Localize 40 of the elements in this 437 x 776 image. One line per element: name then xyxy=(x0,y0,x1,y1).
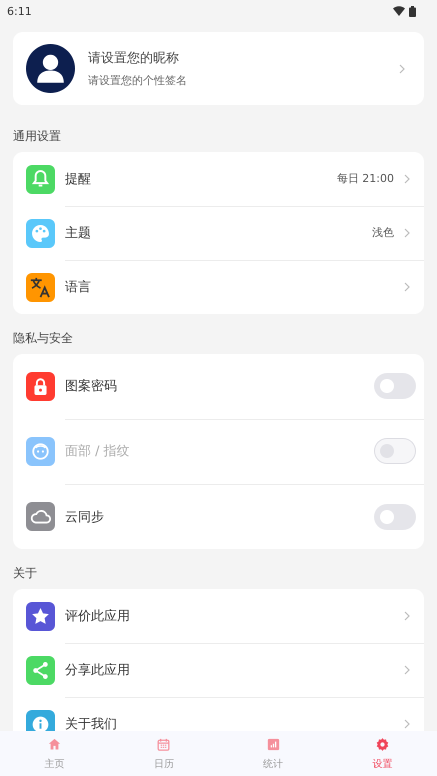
chevron-icon xyxy=(404,282,410,292)
chevron-icon xyxy=(404,719,410,729)
chevron-icon xyxy=(404,610,410,620)
toggle-row[interactable]: 图案密码 xyxy=(13,354,424,419)
status-time: 6:11 xyxy=(7,4,32,18)
row-label: 评价此应用 xyxy=(65,608,131,624)
chevron-icon xyxy=(404,228,410,238)
row-label: 关于我们 xyxy=(65,716,118,731)
section-title: 关于 xyxy=(13,565,38,582)
settings-row[interactable]: 评价此应用 xyxy=(13,589,424,643)
row-label: 语言 xyxy=(65,279,92,296)
profile-card[interactable]: 请设置您的昵称 请设置您的个性签名 xyxy=(13,32,424,105)
chevron-icon xyxy=(404,664,410,674)
settings-row[interactable]: 语言 xyxy=(13,260,424,314)
toggle-switch[interactable] xyxy=(374,504,416,530)
row-label: 图案密码 xyxy=(65,378,118,395)
row-value: 浅色 xyxy=(372,225,394,240)
row-label: 面部 / 指纹 xyxy=(65,443,131,460)
row-label: 提醒 xyxy=(65,170,92,188)
avatar-icon xyxy=(26,44,75,93)
tab[interactable]: 设置 xyxy=(328,731,437,776)
settings-row[interactable]: 分享此应用 xyxy=(13,643,424,697)
settings-row[interactable]: 主题 浅色 xyxy=(13,206,424,260)
settings-icon xyxy=(374,736,391,753)
chevron-icon xyxy=(399,64,405,74)
calendar-icon xyxy=(155,736,172,753)
toggle-switch[interactable] xyxy=(374,373,416,399)
settings-row[interactable]: 提醒 每日 21:00 xyxy=(13,152,424,206)
signature: 请设置您的个性签名 xyxy=(88,73,188,88)
chevron-icon xyxy=(404,174,410,184)
row-label: 云同步 xyxy=(65,508,105,526)
row-label: 分享此应用 xyxy=(65,662,131,678)
section-title: 隐私与安全 xyxy=(13,330,74,347)
section-title: 通用设置 xyxy=(13,128,62,145)
battery-icon xyxy=(409,6,416,16)
nickname: 请设置您的昵称 xyxy=(88,50,180,67)
wifi-icon xyxy=(393,6,405,16)
row-value: 每日 21:00 xyxy=(336,171,394,186)
toggle-row[interactable]: 云同步 xyxy=(13,484,424,549)
row-label: 主题 xyxy=(65,224,92,242)
